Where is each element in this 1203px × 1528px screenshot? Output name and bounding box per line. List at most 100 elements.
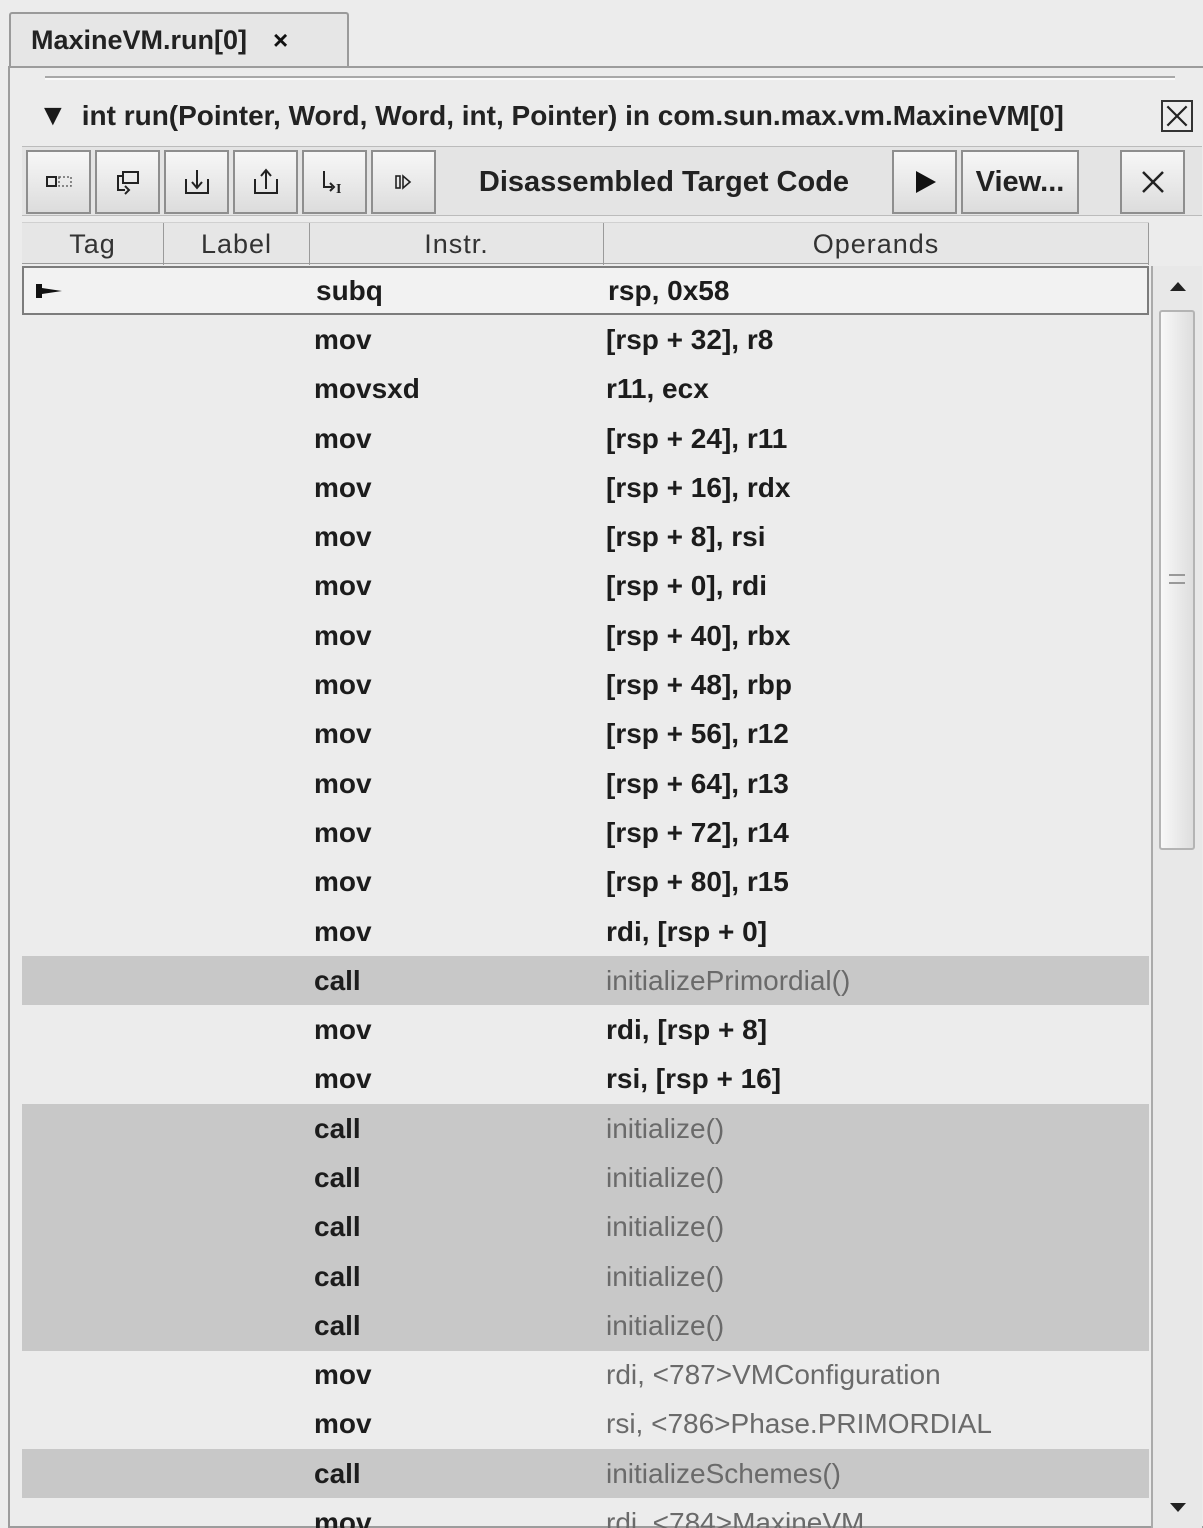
- table-row[interactable]: mov rdi, [rsp + 8]: [22, 1005, 1149, 1054]
- cell-instr: mov: [314, 471, 372, 503]
- scroll-down-icon[interactable]: [1157, 1490, 1199, 1526]
- cell-operands: initialize(): [606, 1309, 725, 1341]
- vertical-scrollbar[interactable]: [1151, 266, 1202, 1528]
- cell-instr: mov: [314, 1507, 372, 1528]
- cell-instr: mov: [314, 767, 372, 799]
- cell-operands: [rsp + 40], rbx: [606, 619, 791, 651]
- table-row[interactable]: mov rdi, <787>VMConfiguration: [22, 1351, 1149, 1400]
- step-into-button[interactable]: [164, 150, 229, 214]
- select-icon: [45, 176, 72, 187]
- step-out-button[interactable]: [233, 150, 298, 214]
- cell-operands: rsp, 0x58: [608, 274, 730, 306]
- cell-operands: rdi, <784>MaxineVM: [606, 1507, 865, 1528]
- cell-instr: call: [314, 1260, 361, 1292]
- table-row[interactable]: call initialize(): [22, 1153, 1149, 1203]
- cell-operands: [rsp + 72], r14: [606, 816, 789, 848]
- cell-operands: [rsp + 56], r12: [606, 718, 789, 750]
- cell-operands: rdi, [rsp + 8]: [606, 1014, 768, 1046]
- run-to-cursor-icon: I: [322, 171, 341, 197]
- cell-instr: subq: [316, 274, 383, 306]
- cell-operands: [rsp + 32], r8: [606, 323, 774, 355]
- table-row[interactable]: mov [rsp + 24], r11: [22, 414, 1149, 463]
- table-row[interactable]: mov [rsp + 16], rdx: [22, 463, 1149, 512]
- cell-operands: rdi, <787>VMConfiguration: [606, 1359, 941, 1391]
- disassembly-table: Tag Label Instr. Operands subq rsp, 0x58 m…: [22, 222, 1202, 1528]
- table-body: subq rsp, 0x58 mov [rsp + 32], r8 movsxd r11,…: [22, 266, 1149, 1528]
- view-menu-button[interactable]: View...: [961, 150, 1079, 214]
- table-row[interactable]: mov rdi, <784>MaxineVM: [22, 1498, 1149, 1528]
- cell-instr: call: [314, 1211, 361, 1243]
- cell-instr: movsxd: [314, 373, 420, 405]
- method-signature: int run(Pointer, Word, Word, int, Pointe…: [81, 100, 1064, 131]
- table-row[interactable]: mov [rsp + 32], r8: [22, 315, 1149, 364]
- cell-instr: mov: [314, 866, 372, 898]
- table-row[interactable]: mov [rsp + 64], r13: [22, 759, 1149, 808]
- table-row[interactable]: subq rsp, 0x58: [22, 266, 1149, 316]
- column-header-label[interactable]: Label: [164, 223, 310, 265]
- table-row[interactable]: mov [rsp + 48], rbp: [22, 660, 1149, 709]
- column-header-instr[interactable]: Instr.: [310, 223, 604, 265]
- table-row[interactable]: call initialize(): [22, 1104, 1149, 1154]
- step-over-icon: [116, 171, 139, 195]
- table-row[interactable]: call initializePrimordial(): [22, 956, 1149, 1006]
- cell-instr: mov: [314, 718, 372, 750]
- select-button[interactable]: [26, 150, 91, 214]
- cell-operands: initialize(): [606, 1211, 725, 1243]
- table-row[interactable]: movsxd r11, ecx: [22, 365, 1149, 414]
- resume-button[interactable]: [371, 150, 436, 214]
- close-icon: [1141, 171, 1164, 193]
- cell-operands: [rsp + 8], rsi: [606, 521, 766, 553]
- run-to-cursor-button[interactable]: I: [302, 150, 367, 214]
- cell-operands: [rsp + 24], r11: [606, 422, 788, 454]
- cell-operands: r11, ecx: [606, 373, 709, 405]
- cell-instr: mov: [314, 1063, 372, 1095]
- cell-operands: rdi, [rsp + 0]: [606, 915, 768, 947]
- cell-instr: call: [314, 1112, 361, 1144]
- table-row[interactable]: mov [rsp + 40], rbx: [22, 611, 1149, 660]
- cell-instr: mov: [314, 816, 372, 848]
- table-row[interactable]: call initialize(): [22, 1301, 1149, 1351]
- table-row[interactable]: mov rdi, [rsp + 0]: [22, 907, 1149, 956]
- table-row[interactable]: mov [rsp + 80], r15: [22, 858, 1149, 907]
- cell-instr: mov: [314, 323, 372, 355]
- table-row[interactable]: mov rsi, [rsp + 16]: [22, 1055, 1149, 1104]
- column-header-tag[interactable]: Tag: [22, 223, 164, 265]
- cell-instr: mov: [314, 619, 372, 651]
- thumb-grip-icon: [1169, 574, 1185, 584]
- cell-operands: [rsp + 0], rdi: [606, 570, 768, 602]
- cell-instr: mov: [314, 570, 372, 602]
- table-row[interactable]: mov [rsp + 0], rdi: [22, 562, 1149, 611]
- cell-instr: mov: [314, 1014, 372, 1046]
- tab-title: MaxineVM.run[0]: [31, 24, 248, 55]
- table-row[interactable]: mov rsi, <786>Phase.PRIMORDIAL: [22, 1400, 1149, 1449]
- scroll-up-icon[interactable]: [1157, 268, 1199, 304]
- table-row[interactable]: mov [rsp + 8], rsi: [22, 512, 1149, 561]
- cell-instr: call: [314, 1161, 361, 1193]
- table-header: Tag Label Instr. Operands: [22, 222, 1149, 265]
- tab-maxinevm-run[interactable]: MaxineVM.run[0] ×: [9, 12, 349, 66]
- view-title: Disassembled Target Code: [478, 165, 850, 198]
- cell-tag: [34, 281, 154, 301]
- cell-instr: mov: [314, 1359, 372, 1391]
- cell-operands: initialize(): [606, 1112, 725, 1144]
- close-view-icon[interactable]: [1161, 100, 1193, 132]
- step-over-button[interactable]: [95, 150, 160, 214]
- view-menu-label: View...: [975, 165, 1065, 198]
- svg-text:I: I: [336, 182, 341, 197]
- table-row[interactable]: call initialize(): [22, 1251, 1149, 1302]
- table-row[interactable]: mov [rsp + 72], r14: [22, 808, 1149, 857]
- close-button[interactable]: [1120, 150, 1185, 214]
- cell-operands: initializePrimordial(): [606, 964, 851, 996]
- column-header-operands[interactable]: Operands: [604, 223, 1149, 265]
- toolbar: I Disassembled Target Code View...: [22, 146, 1202, 216]
- tab-close-icon[interactable]: ×: [273, 25, 288, 56]
- cell-operands: rsi, [rsp + 16]: [606, 1063, 782, 1095]
- table-row[interactable]: mov [rsp + 56], r12: [22, 710, 1149, 759]
- cell-operands: [rsp + 64], r13: [606, 767, 789, 799]
- scroll-thumb[interactable]: [1159, 310, 1195, 850]
- table-row[interactable]: call initializeSchemes(): [22, 1449, 1149, 1499]
- cell-instr: mov: [314, 669, 372, 701]
- table-row[interactable]: call initialize(): [22, 1202, 1149, 1252]
- play-button[interactable]: [892, 150, 957, 214]
- collapse-triangle-icon[interactable]: ▼: [38, 101, 68, 131]
